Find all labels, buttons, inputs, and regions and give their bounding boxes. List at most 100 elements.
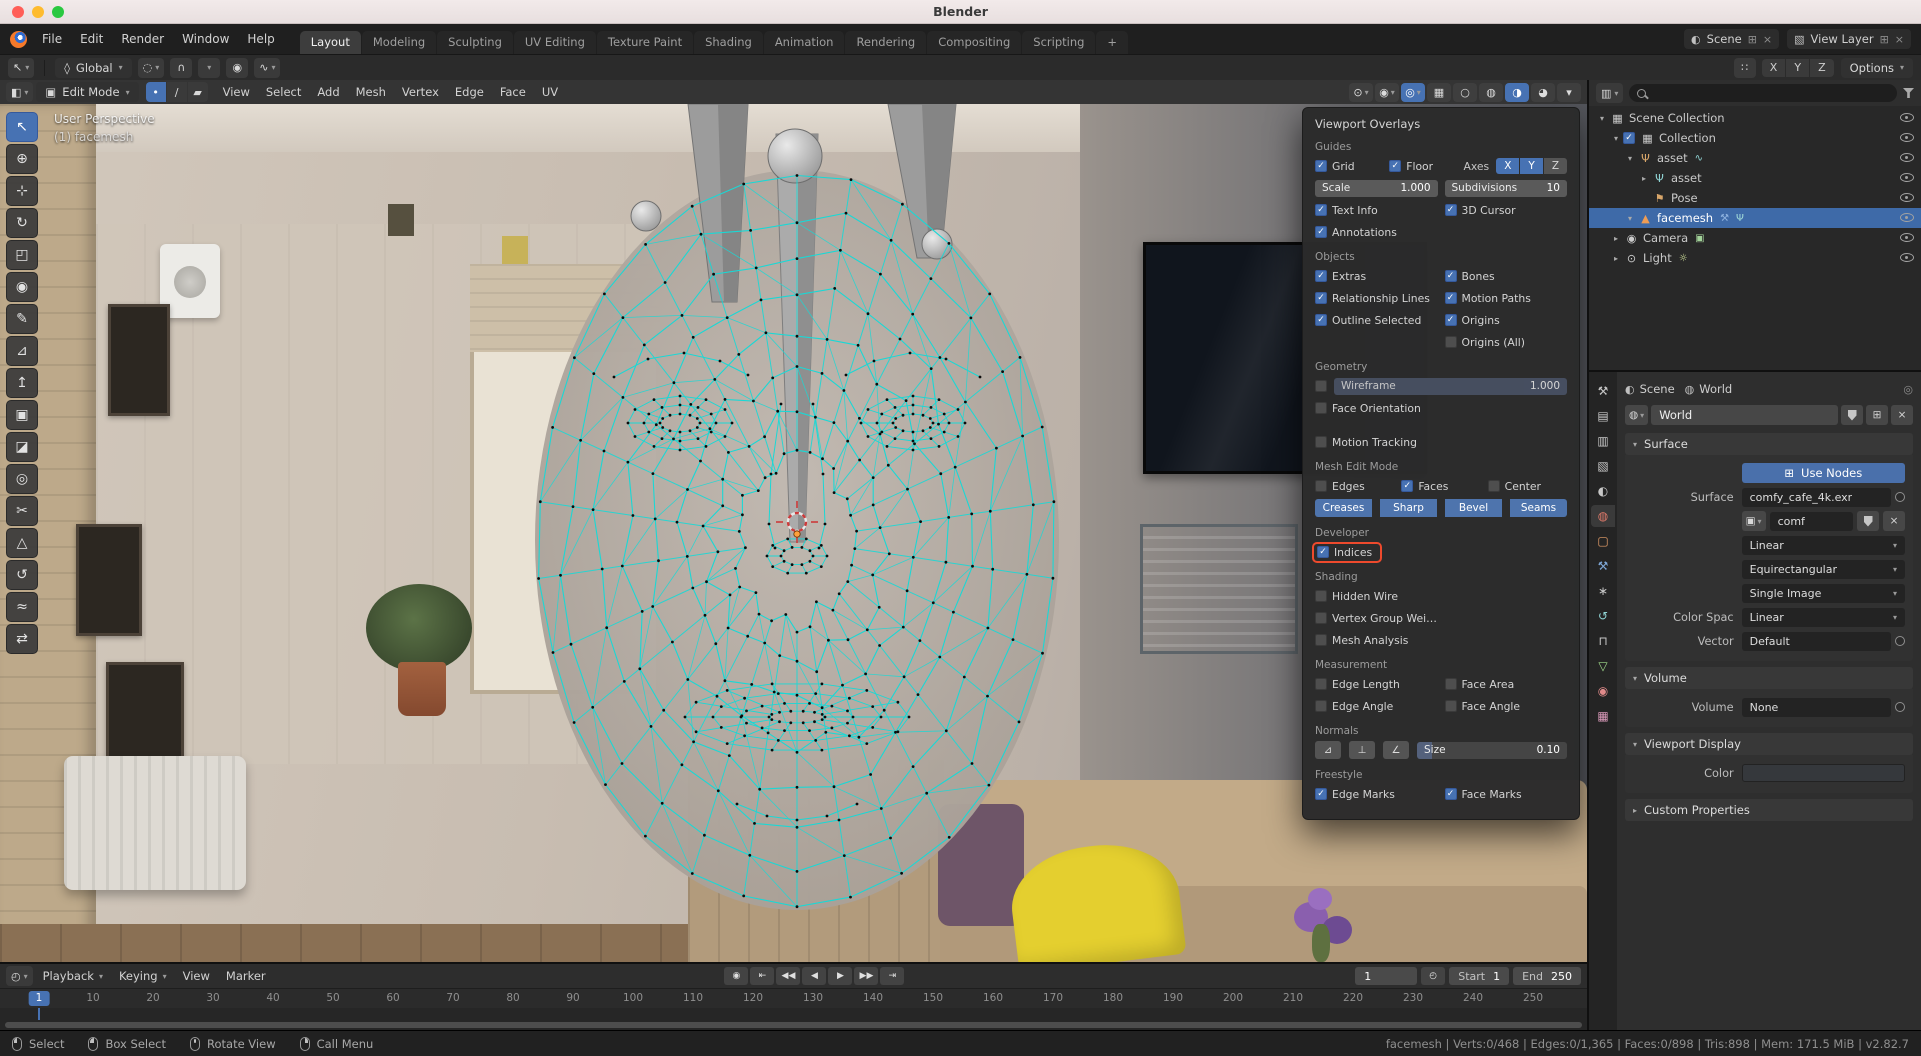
object-tab[interactable]: ▢	[1591, 530, 1615, 552]
timeline-editor-type-dropdown[interactable]: ◴ ▾	[6, 966, 33, 986]
auto-keyframe-record-button[interactable]: ◉	[724, 967, 748, 985]
start-frame-field[interactable]: Start 1	[1449, 967, 1509, 985]
tool-tab[interactable]: ⚒	[1591, 380, 1615, 402]
knife-tool[interactable]: ✂	[6, 496, 38, 526]
face-select-mode-button[interactable]: ▰	[188, 82, 208, 102]
timeline-menu-keying[interactable]: Keying▾	[111, 967, 175, 985]
outliner-item-label[interactable]: Collection	[1659, 131, 1716, 145]
overlays-toggle[interactable]: ◎▾	[1401, 83, 1425, 102]
face-normals-button[interactable]: ∠	[1383, 741, 1409, 759]
world-browse-button[interactable]: ◍ ▾	[1625, 405, 1648, 425]
image-fake-user-button[interactable]	[1857, 511, 1879, 531]
zoom-window-button[interactable]	[52, 6, 64, 18]
options-dropdown[interactable]: Options ▾	[1841, 58, 1913, 78]
mirror-axis-y[interactable]: Y	[1786, 59, 1809, 77]
overlay-toggle-origins-all[interactable]: Origins (All)	[1445, 336, 1568, 349]
transform-orientation-dropdown[interactable]: ◊ Global ▾	[55, 58, 131, 78]
color-space-dropdown[interactable]: Linear ▾	[1742, 608, 1905, 627]
outliner-item-label[interactable]: asset	[1671, 171, 1702, 185]
outliner-row-light[interactable]: ▸⊙Light☼	[1589, 248, 1921, 268]
spin-tool[interactable]: ↺	[6, 560, 38, 590]
viewport-menu-add[interactable]: Add	[309, 83, 347, 101]
outliner-item-label[interactable]: Pose	[1671, 191, 1698, 205]
split-normals-button[interactable]: ⊥	[1349, 741, 1375, 759]
new-world-button[interactable]: ⊞	[1866, 405, 1888, 425]
bevel-tool[interactable]: ◪	[6, 432, 38, 462]
vector-field[interactable]: Default	[1742, 632, 1891, 651]
workspace-tab-shading[interactable]: Shading	[694, 31, 763, 54]
data-tab[interactable]: ▽	[1591, 655, 1615, 677]
select-box-tool[interactable]: ↖	[6, 112, 38, 142]
texture-tab[interactable]: ▦	[1591, 705, 1615, 727]
preview-range-button[interactable]: ◴	[1421, 967, 1445, 985]
expand-icon[interactable]: ▸	[1609, 254, 1623, 263]
measure-tool[interactable]: ⊿	[6, 336, 38, 366]
collection-checkbox[interactable]: ✓	[1623, 132, 1635, 144]
outliner-row-asset[interactable]: ▾Ψasset∿	[1589, 148, 1921, 168]
inset-faces-tool[interactable]: ▣	[6, 400, 38, 430]
fake-user-button[interactable]	[1841, 405, 1863, 425]
overlay-toggle-edge-marks[interactable]: ✓Edge Marks	[1315, 788, 1438, 801]
particles-tab[interactable]: ∗	[1591, 580, 1615, 602]
surface-panel-header[interactable]: ▾ Surface	[1625, 433, 1913, 455]
projection-dropdown[interactable]: Equirectangular ▾	[1742, 560, 1905, 579]
render-tab[interactable]: ▤	[1591, 405, 1615, 427]
outliner-row-camera[interactable]: ▸◉Camera▣	[1589, 228, 1921, 248]
viewport-menu-edge[interactable]: Edge	[447, 83, 492, 101]
image-browse-button[interactable]: ▣ ▾	[1742, 511, 1766, 531]
overlay-toggle-annotations[interactable]: ✓Annotations	[1315, 226, 1438, 239]
menu-window[interactable]: Window	[173, 29, 238, 49]
workspace-tab-sculpting[interactable]: Sculpting	[437, 31, 513, 54]
overlay-toggle-extras[interactable]: ✓Extras	[1315, 270, 1438, 283]
scale-tool[interactable]: ◰	[6, 240, 38, 270]
outliner-item-label[interactable]: Light	[1643, 251, 1672, 265]
modifiers-tab[interactable]: ⚒	[1591, 555, 1615, 577]
outliner-row-pose[interactable]: ⚑Pose	[1589, 188, 1921, 208]
interpolation-dropdown[interactable]: Linear ▾	[1742, 536, 1905, 555]
visibility-toggle[interactable]	[1899, 170, 1914, 186]
extrude-region-tool[interactable]: ↥	[6, 368, 38, 398]
workspace-tab-animation[interactable]: Animation	[764, 31, 845, 54]
timeline-menu-view[interactable]: View	[175, 967, 218, 985]
vertex-normals-button[interactable]: ⊿	[1315, 741, 1341, 759]
visibility-toggle[interactable]	[1899, 150, 1914, 166]
outliner-editor-type-dropdown[interactable]: ▥ ▾	[1596, 83, 1623, 103]
overlay-toggle-origins[interactable]: ✓Origins	[1445, 314, 1568, 327]
mirror-axis-z[interactable]: Z	[1810, 59, 1834, 77]
axis-toggle-x[interactable]: X	[1496, 158, 1519, 174]
minimize-window-button[interactable]	[32, 6, 44, 18]
show-gizmo-dropdown[interactable]: ◉▾	[1375, 83, 1399, 102]
jump-to-prev-keyframe-button[interactable]: ◀◀	[776, 967, 800, 985]
workspace-tab-item[interactable]: +	[1096, 31, 1128, 54]
expand-icon[interactable]: ▸	[1609, 234, 1623, 243]
active-tool-dropdown[interactable]: ↖ ▾	[8, 58, 34, 78]
unlink-world-button[interactable]: ×	[1891, 405, 1913, 425]
workspace-tab-rendering[interactable]: Rendering	[845, 31, 926, 54]
new-scene-button[interactable]: ⊞	[1748, 33, 1757, 46]
outliner-row-scene-collection[interactable]: ▾▦Scene Collection	[1589, 108, 1921, 128]
overlay-toggle-relationship-lines[interactable]: ✓Relationship Lines	[1315, 292, 1438, 305]
node-socket-icon[interactable]	[1895, 492, 1905, 502]
vertex-select-mode-button[interactable]: •	[146, 82, 166, 102]
jump-to-start-button[interactable]: ⇤	[750, 967, 774, 985]
timeline-ruler[interactable]: 1102030405060708090100110120130140150160…	[0, 988, 1587, 1008]
viewport-menu-vertex[interactable]: Vertex	[394, 83, 447, 101]
viewport-menu-face[interactable]: Face	[492, 83, 534, 101]
proportional-falloff-dropdown[interactable]: ∿ ▾	[254, 58, 280, 78]
physics-tab[interactable]: ↺	[1591, 605, 1615, 627]
outliner-row-facemesh[interactable]: ▾▲facemesh⚒Ψ	[1589, 208, 1921, 228]
volume-panel-header[interactable]: ▾ Volume	[1625, 667, 1913, 689]
node-socket-icon[interactable]	[1895, 636, 1905, 646]
viewport-canvas[interactable]: ↖⊕⊹↻◰◉✎⊿↥▣◪◎✂△↺≈⇄ User Perspective (1) f…	[0, 104, 1587, 962]
rotate-tool[interactable]: ↻	[6, 208, 38, 238]
end-frame-field[interactable]: End 250	[1513, 967, 1581, 985]
remove-view-layer-button[interactable]: ×	[1895, 33, 1904, 46]
menu-edit[interactable]: Edit	[71, 29, 112, 49]
outliner-item-label[interactable]: asset	[1657, 151, 1688, 165]
overlay-toggle-grid[interactable]: ✓Grid	[1315, 160, 1382, 173]
overlay-toggle-edge-angle[interactable]: Edge Angle	[1315, 700, 1438, 713]
outliner-item-label[interactable]: Camera	[1643, 231, 1688, 245]
current-frame-field[interactable]: 1	[1355, 967, 1417, 985]
outliner-item-label[interactable]: Scene Collection	[1629, 111, 1725, 125]
shading-wireframe-button[interactable]: ○	[1453, 83, 1477, 102]
